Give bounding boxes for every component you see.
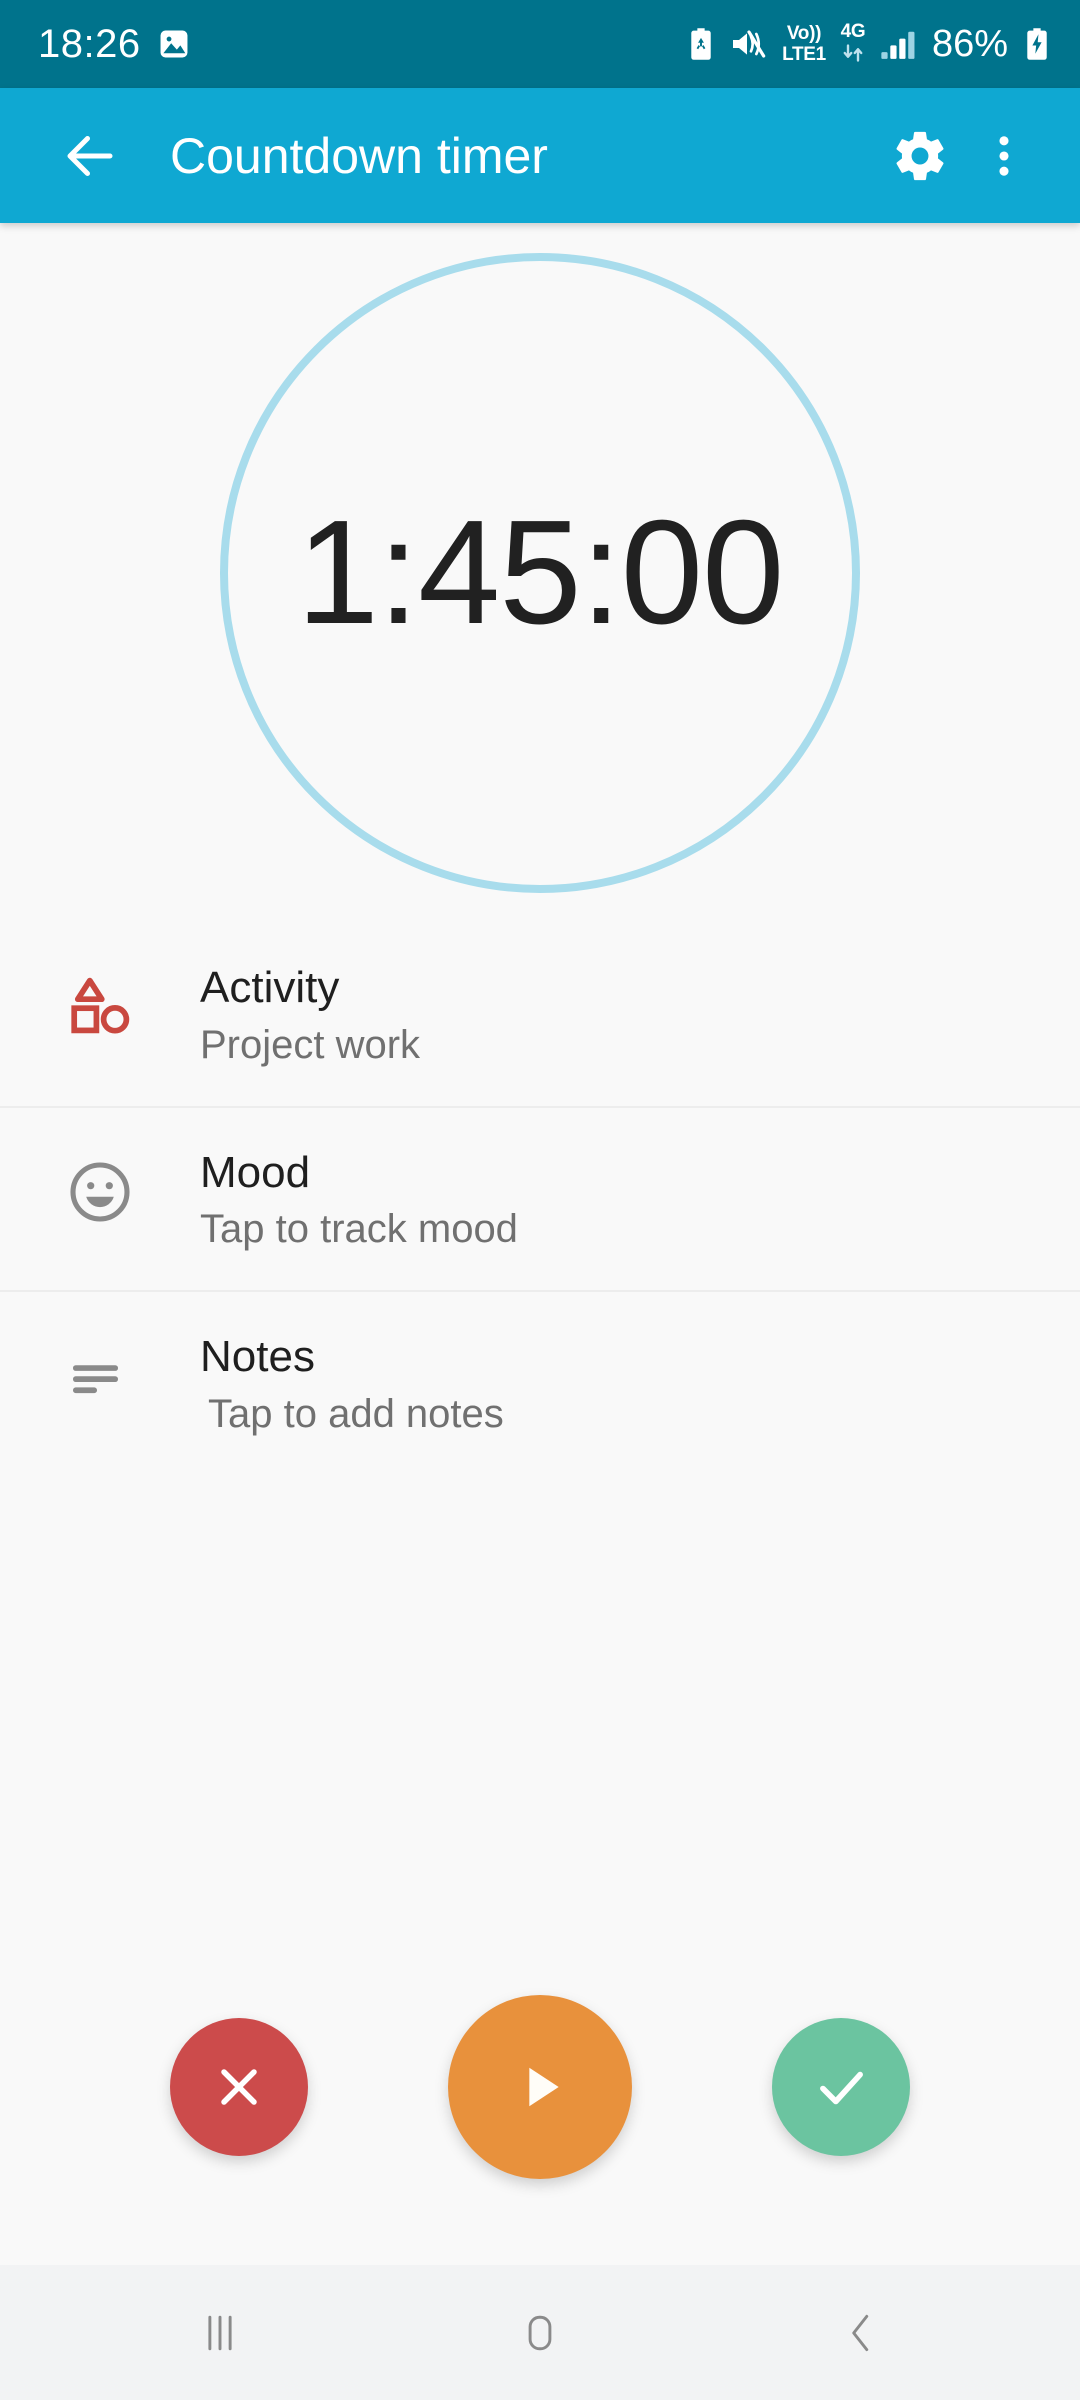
back-button[interactable] xyxy=(48,114,132,198)
done-button[interactable] xyxy=(772,2018,910,2156)
volte-icon: Vo)) LTE1 xyxy=(782,23,826,65)
close-icon xyxy=(221,2069,257,2105)
mood-title: Mood xyxy=(200,1147,311,1197)
phone-screen: 18:26 Vo)) LTE1 4G 86% Countdown timer 1… xyxy=(0,0,1080,2400)
battery-saver-icon xyxy=(686,27,716,61)
status-bar: 18:26 Vo)) LTE1 4G 86% xyxy=(0,0,1080,88)
signal-bars-icon xyxy=(880,27,918,61)
play-icon xyxy=(529,2067,559,2107)
activity-row-text: Activity Project work xyxy=(200,963,1080,1068)
mood-smiley-icon xyxy=(0,1148,200,1228)
back-chevron-icon xyxy=(852,2314,869,2351)
notes-lines-icon xyxy=(0,1332,200,1412)
activity-row[interactable]: Activity Project work xyxy=(0,923,1080,1106)
battery-percent-label: 86% xyxy=(931,22,1008,65)
vibrate-mute-icon xyxy=(730,28,768,60)
network-4g-icon: 4G xyxy=(840,22,866,67)
timer-value[interactable]: 1:45:00 xyxy=(297,499,785,647)
battery-charging-icon xyxy=(1022,27,1052,61)
system-navigation-bar xyxy=(0,2265,1080,2400)
timer-progress-ring[interactable]: 1:45:00 xyxy=(220,253,860,893)
category-icon xyxy=(0,963,200,1043)
mood-row[interactable]: Mood Tap to track mood xyxy=(0,1105,1080,1291)
status-bar-left: 18:26 xyxy=(38,22,191,67)
notes-row[interactable]: Notes Tap to add notes xyxy=(0,1290,1080,1475)
action-button-bar xyxy=(0,1965,1080,2265)
main-content: 1:45:00 Activity Project work Mood Tap t… xyxy=(0,223,1080,2265)
timer-display-area: 1:45:00 xyxy=(0,223,1080,923)
check-icon xyxy=(820,2071,863,2105)
nav-back-button[interactable] xyxy=(785,2278,935,2388)
home-icon xyxy=(528,2315,552,2350)
photos-icon xyxy=(157,27,191,61)
more-vertical-icon xyxy=(999,135,1009,176)
mood-subtitle: Tap to track mood xyxy=(200,1207,518,1252)
notes-subtitle: Tap to add notes xyxy=(208,1391,504,1436)
app-bar: Countdown timer xyxy=(0,88,1080,223)
data-arrows-icon xyxy=(840,43,866,67)
network-type-label: 4G xyxy=(840,22,866,67)
play-button[interactable] xyxy=(448,1995,632,2179)
overflow-menu-button[interactable] xyxy=(962,114,1046,198)
activity-title: Activity xyxy=(200,963,340,1012)
nav-home-button[interactable] xyxy=(465,2278,615,2388)
status-clock: 18:26 xyxy=(38,21,141,66)
gear-icon xyxy=(896,131,944,180)
page-title: Countdown timer xyxy=(170,127,548,184)
settings-button[interactable] xyxy=(878,114,962,198)
detail-rows: Activity Project work Mood Tap to track … xyxy=(0,923,1080,1475)
cancel-button[interactable] xyxy=(170,2018,308,2156)
recents-icon xyxy=(208,2315,232,2350)
nav-recents-button[interactable] xyxy=(145,2278,295,2388)
status-bar-right: Vo)) LTE1 4G 86% xyxy=(686,22,1052,67)
notes-row-text: Notes Tap to add notes xyxy=(200,1332,1080,1437)
notes-title: Notes xyxy=(200,1332,315,1382)
activity-subtitle: Project work xyxy=(200,1022,421,1067)
mood-row-text: Mood Tap to track mood xyxy=(200,1148,1080,1253)
